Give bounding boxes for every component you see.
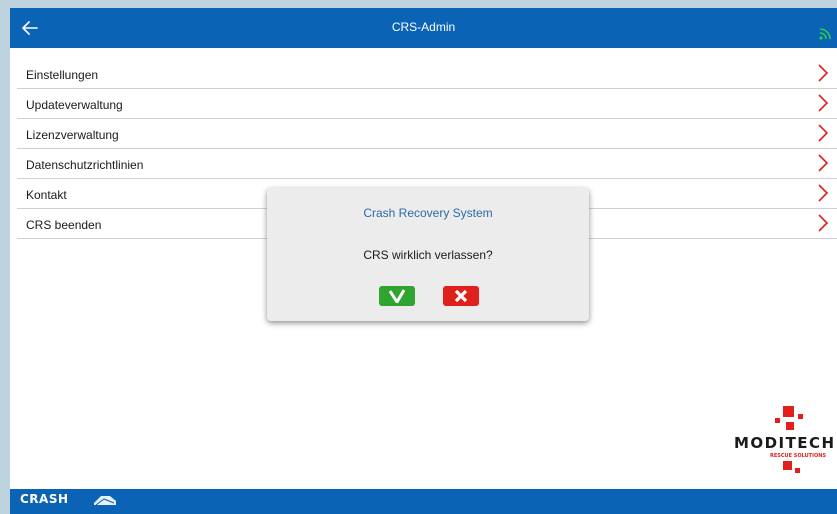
menu-item-lizenzverwaltung[interactable]: Lizenzverwaltung xyxy=(17,119,837,149)
dialog-message: CRS wirklich verlassen? xyxy=(363,248,493,262)
chevron-right-icon xyxy=(818,124,829,142)
chevron-right-icon xyxy=(818,214,829,232)
svg-text:RESCUE SOLUTIONS: RESCUE SOLUTIONS xyxy=(770,453,826,459)
menu-item-label: Einstellungen xyxy=(26,68,99,82)
app-window: CRS-Admin Einstellungen Updateverwaltung… xyxy=(10,8,837,514)
chevron-right-icon xyxy=(818,184,829,202)
check-icon xyxy=(389,289,405,303)
dialog-title: Crash Recovery System xyxy=(363,206,493,220)
menu-item-label: CRS beenden xyxy=(26,218,102,232)
signal-icon xyxy=(819,28,831,40)
exit-confirm-dialog: Crash Recovery System CRS wirklich verla… xyxy=(267,188,589,321)
top-bar: CRS-Admin xyxy=(10,8,837,48)
chevron-right-icon xyxy=(818,64,829,82)
menu-item-updateverwaltung[interactable]: Updateverwaltung xyxy=(17,89,837,119)
crash-car-icon xyxy=(94,496,116,506)
page-title: CRS-Admin xyxy=(391,20,456,34)
cancel-button[interactable] xyxy=(443,286,479,306)
confirm-button[interactable] xyxy=(379,286,415,306)
menu-item-datenschutzrichtlinien[interactable]: Datenschutzrichtlinien xyxy=(17,149,837,179)
x-icon xyxy=(454,289,468,303)
menu-item-label: Updateverwaltung xyxy=(26,98,123,112)
svg-text:MODITECH: MODITECH xyxy=(734,434,834,452)
moditech-logo: MODITECH RESCUE SOLUTIONS xyxy=(734,406,834,473)
footer-bar: CRASH xyxy=(10,489,837,514)
menu-item-label: Datenschutzrichtlinien xyxy=(26,158,144,172)
chevron-right-icon xyxy=(818,154,829,172)
chevron-right-icon xyxy=(818,94,829,112)
footer-brand: CRASH xyxy=(20,492,69,506)
menu-item-einstellungen[interactable]: Einstellungen xyxy=(17,59,837,89)
menu-item-label: Kontakt xyxy=(26,188,67,202)
menu-item-label: Lizenzverwaltung xyxy=(26,128,119,142)
